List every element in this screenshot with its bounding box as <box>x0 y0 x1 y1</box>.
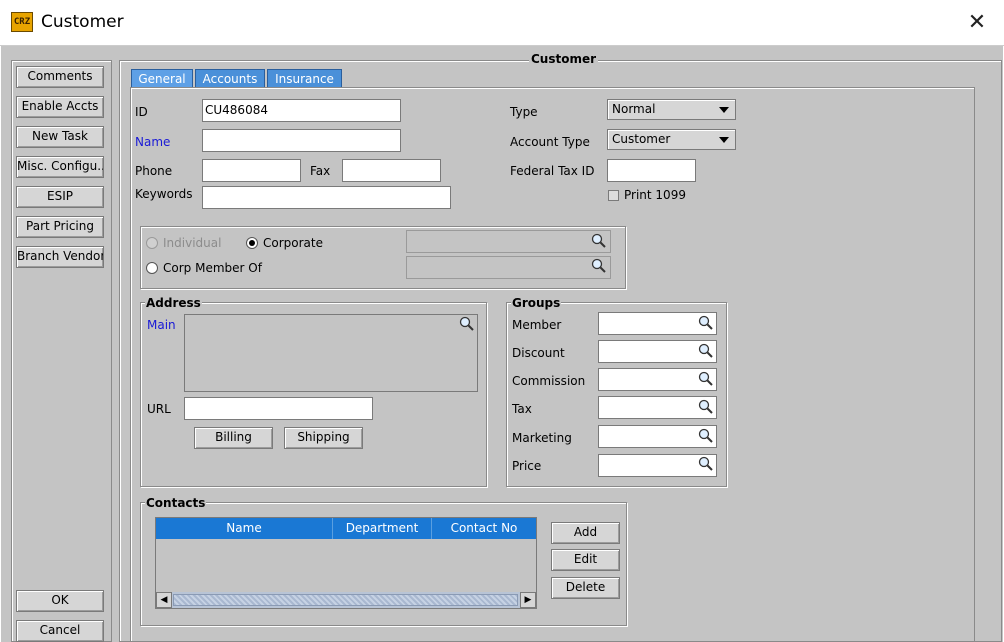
column-header-name[interactable]: Name <box>156 518 333 539</box>
discount-label: Discount <box>512 346 565 360</box>
billing-button[interactable]: Billing <box>194 427 273 449</box>
add-contact-button[interactable]: Add <box>551 522 620 544</box>
scrollbar-thumb[interactable] <box>173 594 518 606</box>
url-field[interactable] <box>184 397 373 420</box>
fax-label: Fax <box>310 164 331 178</box>
esip-button[interactable]: ESIP <box>16 186 104 208</box>
tax-label: Tax <box>512 402 532 416</box>
name-label: Name <box>135 135 171 149</box>
search-icon[interactable] <box>459 316 475 332</box>
tab-insurance[interactable]: Insurance <box>267 69 342 88</box>
search-icon[interactable] <box>698 428 714 444</box>
id-field[interactable]: CU486084 <box>202 99 401 122</box>
account-type-select[interactable]: Customer <box>607 129 736 150</box>
federal-tax-label: Federal Tax ID <box>510 164 595 178</box>
close-icon[interactable]: ✕ <box>962 8 992 38</box>
name-field[interactable] <box>202 129 401 152</box>
title-bar <box>0 0 1004 46</box>
part-pricing-button[interactable]: Part Pricing <box>16 216 104 238</box>
contacts-table[interactable]: Name Department Contact No ◀ ▶ <box>155 517 537 609</box>
search-icon[interactable] <box>698 343 714 359</box>
keywords-label: Keywords <box>135 187 193 201</box>
panel-title: Customer <box>529 52 599 66</box>
chevron-down-icon <box>719 107 729 113</box>
corp-member-radio[interactable] <box>146 262 158 274</box>
account-type-label: Account Type <box>510 135 590 149</box>
misc-config-button[interactable]: Misc. Configu... <box>16 156 104 178</box>
phone-field[interactable] <box>202 159 301 182</box>
shipping-button[interactable]: Shipping <box>284 427 363 449</box>
account-type-select-value: Customer <box>612 132 671 146</box>
corp-member-lookup-field <box>406 256 611 279</box>
horizontal-scrollbar[interactable]: ◀ ▶ <box>156 592 536 608</box>
column-header-department[interactable]: Department <box>333 518 432 539</box>
scroll-right-icon[interactable]: ▶ <box>520 592 536 608</box>
type-select[interactable]: Normal <box>607 99 736 120</box>
print1099-checkbox[interactable] <box>608 190 619 201</box>
main-address-field[interactable] <box>184 314 478 392</box>
print1099-label: Print 1099 <box>624 188 686 202</box>
keywords-field[interactable] <box>202 186 451 209</box>
scroll-left-icon[interactable]: ◀ <box>156 592 172 608</box>
window-title: Customer <box>41 12 124 32</box>
search-icon[interactable] <box>698 315 714 331</box>
member-label: Member <box>512 318 562 332</box>
address-title: Address <box>145 296 202 310</box>
delete-contact-button[interactable]: Delete <box>551 577 620 599</box>
tab-accounts[interactable]: Accounts <box>195 69 265 88</box>
search-icon[interactable] <box>698 399 714 415</box>
column-header-contact-no[interactable]: Contact No <box>432 518 536 539</box>
federal-tax-field[interactable] <box>607 159 696 182</box>
search-icon[interactable] <box>591 258 607 274</box>
url-label: URL <box>147 402 171 416</box>
chevron-down-icon <box>719 137 729 143</box>
search-icon[interactable] <box>698 371 714 387</box>
new-task-button[interactable]: New Task <box>16 126 104 148</box>
type-select-value: Normal <box>612 102 656 116</box>
tab-general[interactable]: General <box>131 69 193 88</box>
main-address-label: Main <box>147 318 176 332</box>
branch-vendor-button[interactable]: Branch Vendor <box>16 246 104 268</box>
search-icon[interactable] <box>591 233 607 249</box>
type-label: Type <box>510 105 538 119</box>
fax-field[interactable] <box>342 159 441 182</box>
corporate-label: Corporate <box>263 236 323 250</box>
phone-label: Phone <box>135 164 173 178</box>
price-label: Price <box>512 459 542 473</box>
contacts-title: Contacts <box>145 496 207 510</box>
enable-accts-button[interactable]: Enable Accts <box>16 96 104 118</box>
corporate-radio[interactable] <box>246 237 258 249</box>
edit-contact-button[interactable]: Edit <box>551 549 620 571</box>
ok-button[interactable]: OK <box>16 590 104 612</box>
marketing-label: Marketing <box>512 431 572 445</box>
commission-label: Commission <box>512 374 586 388</box>
app-logo-icon: CRZ <box>11 12 33 32</box>
corporate-lookup-field <box>406 230 611 253</box>
search-icon[interactable] <box>698 456 714 472</box>
corp-member-label: Corp Member Of <box>163 261 262 275</box>
cancel-button[interactable]: Cancel <box>16 620 104 642</box>
comments-button[interactable]: Comments <box>16 66 104 88</box>
groups-title: Groups <box>511 296 562 310</box>
individual-radio[interactable] <box>146 237 158 249</box>
id-label: ID <box>135 105 148 119</box>
individual-label: Individual <box>163 236 222 250</box>
